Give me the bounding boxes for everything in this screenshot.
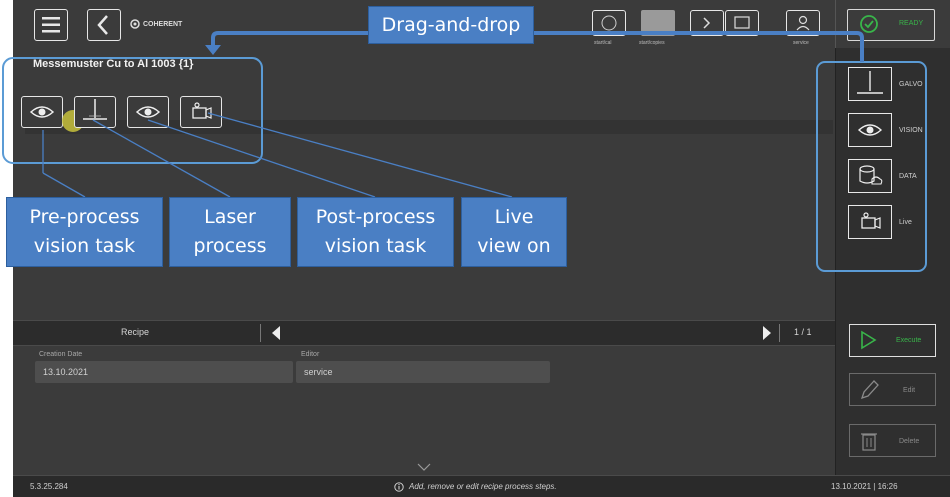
menu-button[interactable] xyxy=(34,9,68,41)
recipe-bar: Recipe 1 / 1 xyxy=(13,320,835,346)
next-page-icon[interactable] xyxy=(761,325,773,341)
top-right-divider xyxy=(835,0,836,48)
logo-icon xyxy=(130,19,140,29)
start-cal-button[interactable] xyxy=(592,10,626,36)
service-button[interactable] xyxy=(786,10,820,36)
user-icon xyxy=(796,15,809,30)
eye-icon xyxy=(857,123,882,136)
callout-live-view: Live view on xyxy=(461,197,567,267)
editor-label: Editor xyxy=(301,351,320,358)
start-copies-label: start/copies xyxy=(639,40,665,46)
step-post-vision[interactable] xyxy=(127,96,169,128)
tool-button-3[interactable] xyxy=(690,10,724,36)
screens-icon xyxy=(733,15,750,29)
chevron-right-icon xyxy=(702,16,710,29)
eye-icon xyxy=(29,105,54,118)
creation-date-field[interactable]: 13.10.2021 xyxy=(35,361,293,383)
start-cal-label: start/cal xyxy=(594,40,612,46)
edit-label: Edit xyxy=(903,387,916,394)
tool-data[interactable] xyxy=(848,159,892,193)
step-live-view[interactable] xyxy=(180,96,222,128)
editor-field[interactable]: service xyxy=(296,361,550,383)
chevron-left-icon xyxy=(96,14,108,35)
chevron-down-icon[interactable] xyxy=(417,463,431,472)
recipe-title: Messemuster Cu to Al 1003 {1} xyxy=(33,58,194,70)
laser-icon xyxy=(82,98,107,120)
camera-icon xyxy=(860,211,881,229)
tool-live-label: Live xyxy=(899,219,912,226)
callout-post-process: Post-process vision task xyxy=(297,197,454,267)
creation-date-label: Creation Date xyxy=(39,351,83,358)
page-indicator: 1 / 1 xyxy=(794,327,812,337)
callout-laser-process: Laser process xyxy=(169,197,291,267)
delete-label: Delete xyxy=(899,438,920,445)
back-button[interactable] xyxy=(87,9,121,41)
execute-label: Execute xyxy=(896,337,922,344)
callout-pre-process: Pre-process vision task xyxy=(6,197,163,267)
ready-status: READY xyxy=(847,9,935,41)
trash-icon xyxy=(861,433,877,451)
tool-live[interactable] xyxy=(848,205,892,239)
pencil-icon xyxy=(860,380,879,400)
database-icon xyxy=(858,164,882,185)
tool-data-label: DATA xyxy=(899,173,917,180)
check-circle-icon xyxy=(860,15,878,33)
camera-icon xyxy=(191,101,212,119)
prev-page-icon[interactable] xyxy=(270,325,282,341)
step-laser[interactable] xyxy=(74,96,116,128)
service-label: service xyxy=(793,40,809,46)
callout-drag-and-drop: Drag-and-drop xyxy=(368,6,534,44)
recipe-label: Recipe xyxy=(121,327,150,337)
recipe-bar-divider xyxy=(260,324,261,342)
step-pre-vision[interactable] xyxy=(21,96,63,128)
recipe-bar-divider-2 xyxy=(779,324,780,342)
tool-galvo[interactable] xyxy=(848,67,892,101)
play-icon xyxy=(861,330,877,350)
logo-text: COHERENT xyxy=(143,20,183,28)
tool-vision[interactable] xyxy=(848,113,892,147)
hamburger-icon xyxy=(41,16,60,32)
edit-button[interactable]: Edit xyxy=(849,373,936,406)
delete-button[interactable]: Delete xyxy=(849,424,936,457)
tool-vision-label: VISION xyxy=(899,127,923,134)
tool-button-4[interactable] xyxy=(725,10,759,36)
status-bar: 5.3.25.284 Add, remove or edit recipe pr… xyxy=(13,475,950,497)
grid-icon xyxy=(601,15,616,30)
version-text: 5.3.25.284 xyxy=(30,482,68,491)
info-icon xyxy=(394,482,404,492)
ready-label: READY xyxy=(899,20,924,27)
logo: COHERENT xyxy=(130,17,182,31)
execute-button[interactable]: Execute xyxy=(849,324,936,357)
datetime-text: 13.10.2021 | 16:26 xyxy=(831,482,898,491)
laser-icon xyxy=(856,70,883,94)
start-copies-button[interactable] xyxy=(641,10,675,36)
tool-galvo-label: GALVO xyxy=(899,81,923,88)
eye-icon xyxy=(135,105,160,118)
hint-text: Add, remove or edit recipe process steps… xyxy=(409,482,557,491)
